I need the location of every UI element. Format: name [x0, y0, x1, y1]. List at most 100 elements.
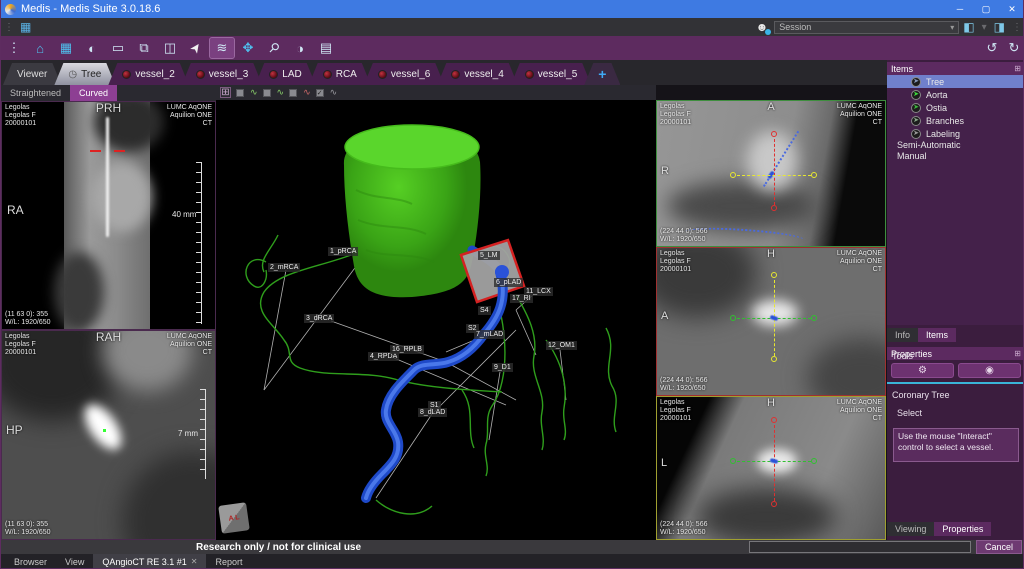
viewport-3d[interactable]: 1_pRCA2_mRCA3_dRCA4_RPDA16_RPLB5_LM6_pLA…	[216, 100, 656, 540]
vessel-label[interactable]: S4	[478, 306, 491, 315]
overflow-menu-icon[interactable]: ⋮	[1009, 22, 1024, 33]
interact-tool-icon[interactable]: ≋	[210, 38, 234, 58]
tab--[interactable]: +	[584, 63, 620, 85]
snapshot-icon[interactable]: ◫	[158, 38, 182, 58]
tab-tree[interactable]: ◷Tree	[54, 63, 115, 85]
session-dropdown[interactable]: Session ▾	[774, 21, 959, 34]
window-level-tool-icon[interactable]: ◑	[288, 38, 312, 58]
visibility-button[interactable]: ◉	[958, 363, 1021, 378]
app-tab-qangioct-re-3-1-1[interactable]: QAngioCT RE 3.1 #1 ✕	[93, 554, 206, 569]
show-labels-checkbox[interactable]: ✓	[316, 89, 324, 97]
right-sidebar: Items ⊞ ➤Tree➤Aorta➤Ostia➤Branches➤Label…	[887, 60, 1024, 540]
vessel-tree-rendering	[216, 100, 656, 540]
undo-icon[interactable]: ↺	[982, 38, 1002, 58]
layout-panes-icon[interactable]: ▦	[54, 38, 78, 58]
window-preset-icon[interactable]: ▭	[106, 38, 130, 58]
stack-scroll-icon[interactable]: ▤	[314, 38, 338, 58]
views-grid-icon[interactable]: ⊞	[220, 87, 231, 98]
orientation-label: R	[661, 167, 669, 175]
mpr-view-longitudinal-1[interactable]: LegolasLegolas F20000101 H LUMC AqONEAqu…	[656, 247, 886, 396]
vessel-icon	[323, 70, 332, 79]
show-plane-checkbox[interactable]	[289, 89, 297, 97]
tab-properties[interactable]: Properties	[934, 522, 991, 536]
tab-items[interactable]: Items	[918, 328, 956, 342]
tree-item-aorta[interactable]: ➤Aorta	[887, 88, 1024, 101]
maximize-button[interactable]: ▢	[973, 0, 999, 18]
layout-icon[interactable]: ▦	[17, 20, 34, 34]
vessel-label[interactable]: 8_dLAD	[418, 408, 447, 417]
user-session-icon[interactable]: ☻	[756, 20, 769, 34]
tab-viewing[interactable]: Viewing	[887, 522, 934, 536]
panel-menu-icon[interactable]: ⊞	[1014, 64, 1021, 73]
vessel-label[interactable]: 3_dRCA	[304, 314, 334, 323]
orientation-cube[interactable]: A L	[218, 502, 250, 534]
item-label: Labeling	[926, 129, 960, 139]
panel-menu-icon[interactable]: ⊞	[1014, 349, 1021, 358]
vessel-label[interactable]: 1_pRCA	[328, 247, 358, 256]
tab-label: vessel_4	[464, 69, 503, 80]
minimize-button[interactable]: ─	[947, 0, 973, 18]
cross-section-view-rah[interactable]: Legolas Legolas F 20000101 RAH LUMC AqON…	[1, 330, 216, 540]
straightened-view-prh[interactable]: Legolas Legolas F 20000101 PRH LUMC AqON…	[1, 101, 216, 330]
vessel-label[interactable]: 6_pLAD	[494, 278, 523, 287]
workspace: Straightened Curved Legolas Legolas F 20…	[1, 85, 1024, 540]
voxel-info: (224 44 0): 566W/L: 1920/650	[660, 377, 707, 393]
vessel-label[interactable]: 7_mLAD	[474, 330, 505, 339]
show-contours-checkbox[interactable]	[263, 89, 271, 97]
tree-item-labeling[interactable]: ➤Labeling	[887, 127, 1024, 140]
show-tree-checkbox[interactable]	[236, 89, 244, 97]
item-status-icon: ➤	[911, 103, 921, 113]
link-views-icon[interactable]: ⧉	[132, 38, 156, 58]
properties-bottom-tabs: Viewing Properties	[887, 522, 991, 536]
tab-curved[interactable]: Curved	[70, 85, 117, 101]
pointer-tool-icon[interactable]: ➤	[181, 32, 211, 63]
item-status-icon: ➤	[911, 90, 921, 100]
screen-capture-icon[interactable]: ◨	[990, 20, 1009, 34]
mode-option-semi-automatic[interactable]: Semi-Automatic	[887, 140, 1024, 151]
tab-vessel-5[interactable]: vessel_5	[511, 63, 591, 85]
tab-vessel-2[interactable]: vessel_2	[108, 63, 188, 85]
vessel-label[interactable]: 2_mRCA	[268, 263, 300, 272]
toolbar-handle-icon[interactable]: ⋮	[2, 38, 26, 58]
mpr-view-transversal[interactable]: LegolasLegolas F20000101 A LUMC AqONEAqu…	[656, 100, 886, 247]
app-tab-browser[interactable]: Browser	[5, 554, 56, 569]
zoom-tool-icon[interactable]: ⚲	[258, 32, 289, 63]
tab-straightened[interactable]: Straightened	[1, 85, 70, 101]
vessel-icon	[269, 70, 278, 79]
screen-layout-icon[interactable]: ◧	[959, 20, 978, 34]
cancel-button[interactable]: Cancel	[976, 540, 1022, 554]
vessel-label[interactable]: 9_D1	[492, 363, 513, 372]
redo-icon[interactable]: ↻	[1004, 38, 1024, 58]
pin-icon[interactable]: ✕	[191, 557, 198, 566]
chevron-down-icon[interactable]: ▾	[979, 22, 990, 33]
pan-tool-icon[interactable]: ✥	[236, 38, 260, 58]
tree-item-branches[interactable]: ➤Branches	[887, 114, 1024, 127]
mode-option-manual[interactable]: Manual	[887, 151, 1024, 162]
mpr-view-longitudinal-2[interactable]: LegolasLegolas F20000101 H LUMC AqONEAqu…	[656, 396, 886, 540]
reformat-mode-tabs: Straightened Curved	[1, 85, 216, 101]
vessel-label[interactable]: 16_RPLB	[390, 345, 424, 354]
tab-vessel-4[interactable]: vessel_4	[437, 63, 517, 85]
tab-label: Browser	[14, 557, 47, 567]
secondary-toolbar: ⋮ ▦ ☻ Session ▾ ◧ ▾ ◨ ⋮	[1, 18, 1024, 36]
tab-label: QAngioCT RE 3.1 #1	[102, 557, 186, 567]
tab-info[interactable]: Info	[887, 328, 918, 342]
tree-item-ostia[interactable]: ➤Ostia	[887, 101, 1024, 114]
settings-gear-button[interactable]: ⚙	[891, 363, 954, 378]
tab-viewer[interactable]: Viewer	[3, 63, 61, 85]
viewport-overlay-toolbar: ⊞∿∿∿✓∿	[216, 85, 656, 100]
tree-item-tree[interactable]: ➤Tree	[887, 75, 1024, 88]
close-button[interactable]: ✕	[999, 0, 1024, 18]
trackball-rotate-icon[interactable]: ◐	[80, 38, 104, 58]
reset-view-icon[interactable]: ⌂	[28, 38, 52, 58]
tab-vessel-6[interactable]: vessel_6	[364, 63, 444, 85]
vessel-label[interactable]: 12_OM1	[546, 341, 577, 350]
vessel-label[interactable]: 17_RI	[510, 294, 533, 303]
tab-lad[interactable]: LAD	[255, 63, 315, 85]
medis-logo-icon	[5, 4, 16, 15]
app-tab-view[interactable]: View	[56, 554, 93, 569]
vessel-label[interactable]: 5_LM	[478, 251, 500, 260]
tab-rca[interactable]: RCA	[309, 63, 371, 85]
tab-vessel-3[interactable]: vessel_3	[182, 63, 262, 85]
app-tab-report[interactable]: Report	[206, 554, 251, 569]
